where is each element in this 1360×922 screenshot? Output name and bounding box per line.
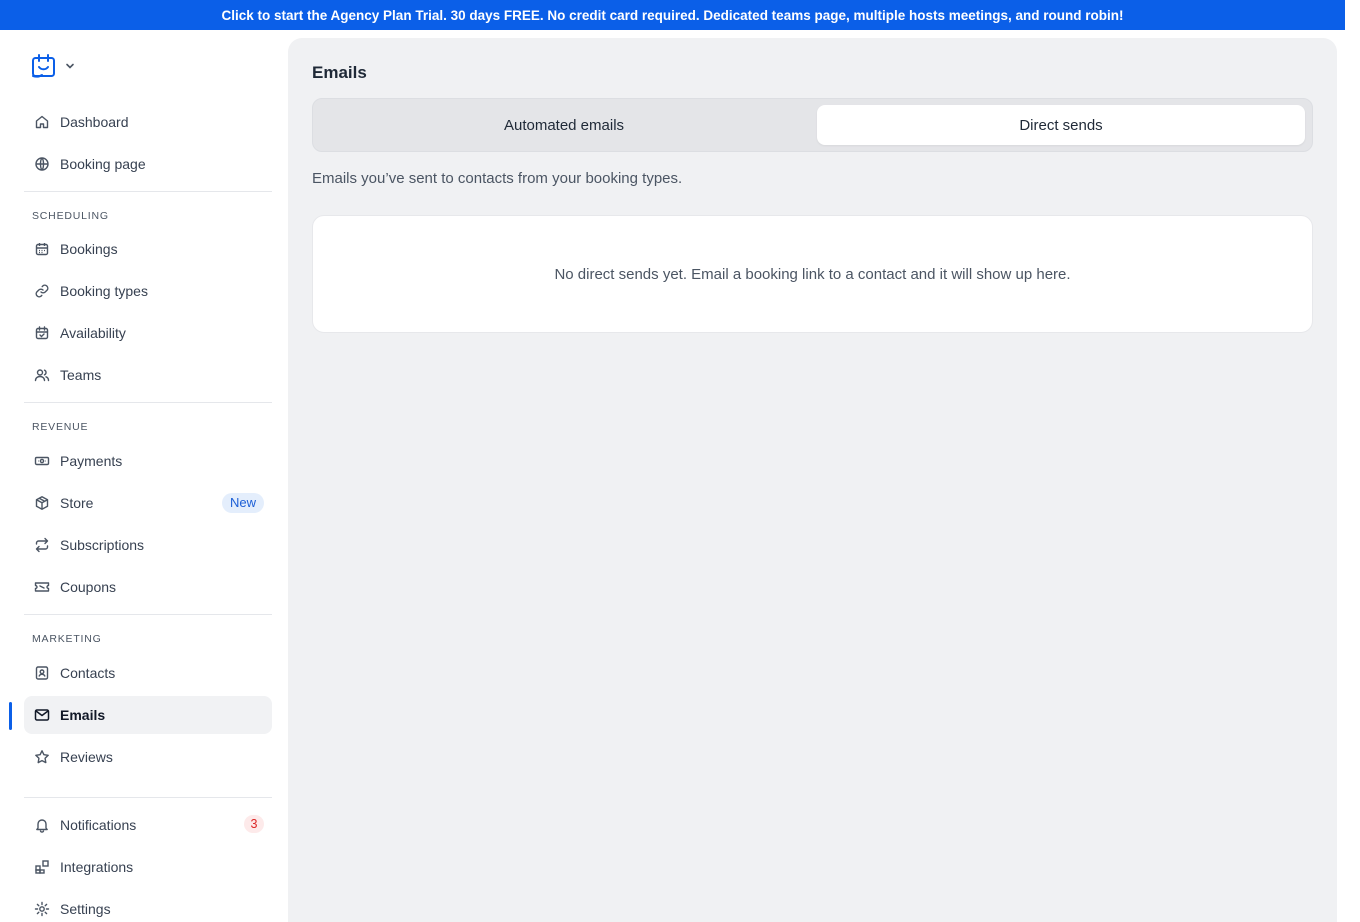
- tab-label: Automated emails: [503, 116, 625, 134]
- sidebar-item-label: Store: [60, 495, 94, 511]
- email-tabs: Automated emails Direct sends: [312, 98, 1313, 152]
- star-icon: [34, 749, 50, 765]
- tab-description: Emails you’ve sent to contacts from your…: [312, 170, 683, 187]
- sidebar-item-bookings[interactable]: Bookings: [24, 230, 272, 268]
- section-label-marketing: MARKETING: [32, 633, 102, 645]
- sidebar-item-payments[interactable]: Payments: [24, 442, 272, 480]
- sidebar-item-notifications[interactable]: Notifications 3: [24, 806, 272, 844]
- sidebar-item-label: Emails: [60, 707, 106, 723]
- page-scrollbar[interactable]: [1345, 0, 1360, 922]
- new-badge: New: [221, 493, 264, 513]
- sidebar-item-emails[interactable]: Emails: [24, 696, 272, 734]
- home-icon: [34, 114, 50, 130]
- sidebar-item-availability[interactable]: Availability: [24, 314, 272, 352]
- calendar-icon: [34, 241, 50, 257]
- sidebar-item-label: Payments: [60, 453, 123, 469]
- sidebar-item-label: Reviews: [60, 749, 113, 765]
- sidebar-item-label: Booking types: [60, 283, 148, 299]
- link-icon: [34, 283, 50, 299]
- sidebar-item-label: Coupons: [60, 579, 117, 595]
- blocks-icon: [34, 859, 50, 875]
- sidebar-item-booking-page[interactable]: Booking page: [24, 145, 272, 183]
- tab-label: Direct sends: [1019, 116, 1103, 134]
- sidebar-item-label: Settings: [60, 901, 111, 917]
- sidebar-item-label: Notifications: [60, 817, 137, 833]
- sidebar-item-subscriptions[interactable]: Subscriptions: [24, 526, 272, 564]
- sidebar-item-label: Availability: [60, 325, 126, 341]
- sidebar-item-booking-types[interactable]: Booking types: [24, 272, 272, 310]
- empty-state-text: No direct sends yet. Email a booking lin…: [554, 265, 1071, 283]
- trial-banner[interactable]: Click to start the Agency Plan Trial. 30…: [0, 0, 1345, 30]
- ticket-icon: [34, 579, 50, 595]
- page-title: Emails: [312, 63, 367, 82]
- sidebar: Dashboard Booking page SCHEDULING Bookin…: [0, 30, 288, 922]
- sidebar-item-label: Teams: [60, 367, 102, 383]
- section-label-revenue: REVENUE: [32, 421, 89, 433]
- tab-direct-sends[interactable]: Direct sends: [817, 105, 1305, 145]
- sidebar-item-label: Subscriptions: [60, 537, 145, 553]
- active-indicator: [9, 702, 12, 730]
- calendar-check-icon: [34, 325, 50, 341]
- sidebar-item-dashboard[interactable]: Dashboard: [24, 103, 272, 141]
- box-icon: [34, 495, 50, 511]
- repeat-icon: [34, 537, 50, 553]
- sidebar-divider: [24, 614, 272, 615]
- sidebar-item-label: Dashboard: [60, 114, 129, 130]
- sidebar-item-settings[interactable]: Settings: [24, 890, 272, 922]
- bell-icon: [34, 817, 50, 833]
- sidebar-item-contacts[interactable]: Contacts: [24, 654, 272, 692]
- chevron-down-icon: [64, 60, 76, 72]
- sidebar-item-integrations[interactable]: Integrations: [24, 848, 272, 886]
- empty-state-card: No direct sends yet. Email a booking lin…: [312, 215, 1313, 333]
- contact-icon: [34, 665, 50, 681]
- sidebar-divider: [24, 402, 272, 403]
- sidebar-divider: [24, 797, 272, 798]
- sidebar-item-label: Integrations: [60, 859, 134, 875]
- sidebar-item-label: Booking page: [60, 156, 146, 172]
- sidebar-item-label: Contacts: [60, 665, 116, 681]
- section-label-scheduling: SCHEDULING: [32, 210, 109, 222]
- trial-banner-text: Click to start the Agency Plan Trial. 30…: [221, 7, 1124, 23]
- mail-icon: [34, 707, 50, 723]
- sidebar-item-label: Bookings: [60, 241, 118, 257]
- banknote-icon: [34, 453, 50, 469]
- tab-automated-emails[interactable]: Automated emails: [319, 105, 809, 145]
- calendar-logo-icon: [30, 52, 58, 80]
- sidebar-item-reviews[interactable]: Reviews: [24, 738, 272, 776]
- sidebar-item-coupons[interactable]: Coupons: [24, 568, 272, 606]
- sidebar-item-teams[interactable]: Teams: [24, 356, 272, 394]
- gear-icon: [34, 901, 50, 917]
- sidebar-divider: [24, 191, 272, 192]
- main-content: Emails Automated emails Direct sends Ema…: [288, 38, 1337, 922]
- globe-icon: [34, 156, 50, 172]
- sidebar-item-store[interactable]: Store New: [24, 484, 272, 522]
- users-icon: [34, 367, 50, 383]
- notification-count-badge: 3: [244, 815, 264, 833]
- workspace-switcher[interactable]: [30, 52, 76, 80]
